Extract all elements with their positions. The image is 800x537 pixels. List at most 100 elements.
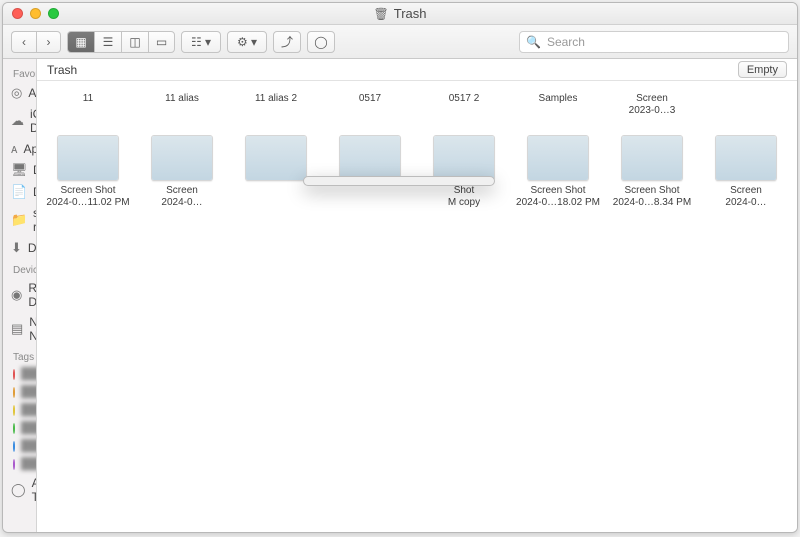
view-mode-group: ▦ ☰ ◫ ▭ [67, 31, 175, 53]
grid-item[interactable] [323, 131, 417, 212]
trash-icon: 🗑 [374, 7, 389, 21]
sidebar-item-applications[interactable]: ᴀApplications [3, 138, 36, 159]
forward-button[interactable]: › [36, 31, 61, 53]
file-label: 0517 2 [449, 93, 480, 105]
sidebar-tag[interactable]: ████ [3, 437, 36, 455]
window-body: Favorites◎AirDrop☁iCloud DriveᴀApplicati… [3, 59, 797, 532]
disc-icon: ◉ [11, 287, 22, 303]
tag-label: ████ [21, 440, 37, 452]
file-label: Screen Shot2024-0…8.34 PM [613, 185, 691, 208]
all-tags-icon: ◯ [11, 482, 26, 498]
sidebar-tag[interactable]: ████ [3, 383, 36, 401]
sidebar-item-airdrop[interactable]: ◎ AirDrop [3, 82, 36, 104]
tag-dot-icon [13, 369, 15, 380]
back-button[interactable]: ‹ [11, 31, 36, 53]
action-menu-button[interactable]: ⚙ ▾ [227, 31, 267, 53]
arrange-button[interactable]: ☷ ▾ [181, 31, 221, 53]
path-bar: Trash Empty [37, 59, 797, 81]
tag-dot-icon [13, 405, 15, 416]
sidebar-item-no-name[interactable]: ▤NO NAME⏏ [3, 312, 36, 346]
sidebar-item-downloads[interactable]: ⬇ Downloads [3, 237, 36, 259]
grid-item[interactable] [229, 131, 323, 212]
window-controls [3, 8, 59, 19]
grid-item[interactable]: ShotM copy [417, 131, 511, 212]
file-thumbnail [151, 135, 213, 181]
sidebar-section-header: Devices [3, 259, 36, 278]
sidebar-section-header: Tags [3, 346, 36, 365]
grid-item[interactable]: 11 [41, 89, 135, 131]
tag-label: ████ [21, 386, 37, 398]
sidebar-item-remote-disc[interactable]: ◉Remote Disc [3, 278, 36, 312]
sidebar-tag[interactable]: ████ [3, 455, 36, 473]
sidebar-item-label: NO NAME [29, 315, 37, 343]
window-title: 🗑 Trash [374, 6, 427, 21]
grid-item[interactable]: 11 alias 2 [229, 89, 323, 131]
empty-trash-button[interactable]: Empty [738, 61, 787, 78]
file-label: Screen Shot2024-0…18.02 PM [516, 185, 600, 208]
finder-window: 🗑 Trash ‹ › ▦ ☰ ◫ ▭ ☷ ▾ ⚙ ▾ ⤴ ◯ 🔍 Search [2, 2, 798, 533]
list-view-button[interactable]: ☰ [94, 31, 121, 53]
toolbar: ‹ › ▦ ☰ ◫ ▭ ☷ ▾ ⚙ ▾ ⤴ ◯ 🔍 Search [3, 25, 797, 59]
file-label: 11 alias [165, 93, 199, 105]
arrange-group: ☷ ▾ [181, 31, 221, 53]
zoom-button[interactable] [48, 8, 59, 19]
file-label: 0517 [359, 93, 381, 105]
sidebar-all-tags[interactable]: ◯All Tags… [3, 473, 36, 507]
column-view-button[interactable]: ◫ [121, 31, 148, 53]
sidebar-item-icloud-drive[interactable]: ☁iCloud Drive [3, 104, 36, 138]
path-location: Trash [47, 63, 77, 77]
sidebar-item-desktop[interactable]: 🖥Desktop [3, 159, 36, 181]
tag-dot-icon [13, 459, 15, 470]
share-button[interactable]: ⤴ [273, 31, 301, 53]
minimize-button[interactable] [30, 8, 41, 19]
share-group: ⤴ [273, 31, 301, 53]
file-label: Screen2024-0… [161, 185, 202, 208]
search-placeholder: Search [547, 35, 585, 49]
sidebar-item-stellar-photo-r-[interactable]: 📁stellar_photo r… [3, 203, 36, 237]
file-thumbnail [527, 135, 589, 181]
window-title-text: Trash [394, 6, 427, 21]
grid-item[interactable]: Screen Shot2024-0…18.02 PM [511, 131, 605, 212]
grid-item[interactable]: Screen Shot2024-0…8.34 PM [605, 131, 699, 212]
file-thumbnail [621, 135, 683, 181]
tags-group: ◯ [307, 31, 335, 53]
file-label: Screen2023-0…3 [629, 93, 676, 116]
file-thumbnail [433, 135, 495, 181]
content-area: Trash Empty 11 11 alias 11 alias 2 0517 0517… [37, 59, 797, 532]
tag-label: ████ [21, 458, 37, 470]
sidebar-item-label: iCloud Drive [30, 107, 37, 135]
grid-item[interactable]: Screen Shot2024-0…11.02 PM [41, 131, 135, 212]
grid-item[interactable]: 0517 [323, 89, 417, 131]
sidebar-item-label: Applications [23, 142, 37, 156]
icon-grid[interactable]: 11 11 alias 11 alias 2 0517 0517 2 Samples Scr… [37, 81, 797, 532]
grid-item[interactable]: Samples [511, 89, 605, 131]
airdrop-icon: ◎ [11, 85, 22, 101]
file-thumbnail [339, 135, 401, 181]
gallery-view-button[interactable]: ▭ [148, 31, 175, 53]
tag-dot-icon [13, 423, 15, 434]
sidebar-item-label: AirDrop [28, 86, 37, 100]
search-field[interactable]: 🔍 Search [519, 31, 789, 53]
grid-item[interactable]: Screen2023-0…3 [605, 89, 699, 131]
file-thumbnail [245, 135, 307, 181]
sidebar-tag[interactable]: ████ [3, 401, 36, 419]
sidebar-tag[interactable]: ████ [3, 365, 36, 383]
close-button[interactable] [12, 8, 23, 19]
grid-item[interactable]: Screen2024-0… [699, 131, 793, 212]
tag-dot-icon [13, 441, 15, 452]
grid-item[interactable]: 0517 2 [417, 89, 511, 131]
file-thumbnail [57, 135, 119, 181]
file-label: Screen Shot2024-0…11.02 PM [46, 185, 129, 208]
file-label: 11 [83, 93, 93, 105]
sidebar-tag[interactable]: ████ [3, 419, 36, 437]
sidebar-item-label: Downloads [28, 241, 37, 255]
drive-icon: ▤ [11, 321, 23, 337]
tag-label: ████ [21, 422, 37, 434]
downloads-icon: ⬇ [11, 240, 22, 256]
grid-item[interactable]: 11 alias [135, 89, 229, 131]
tags-button[interactable]: ◯ [307, 31, 335, 53]
folder-icon: 📁 [11, 212, 27, 228]
icon-view-button[interactable]: ▦ [67, 31, 94, 53]
sidebar-item-documents[interactable]: 📄Documents [3, 181, 36, 203]
grid-item[interactable]: Screen2024-0… [135, 131, 229, 212]
